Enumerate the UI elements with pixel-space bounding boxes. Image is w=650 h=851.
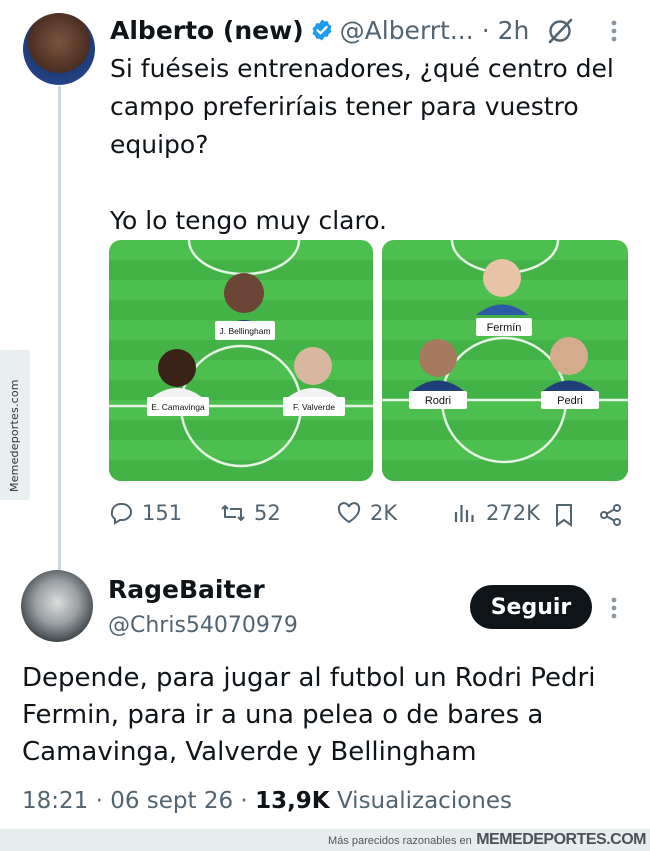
retweet-icon [221,505,245,521]
retweet-button[interactable]: 52 [220,500,281,526]
tweet-text: Si fuéseis entrenadores, ¿qué centro del… [110,54,614,235]
reply-author-avatar[interactable] [21,570,93,642]
tweet-actions: 151 52 2K 272K [108,500,628,532]
tweet-time[interactable]: · 2h [482,16,530,45]
side-watermark-text: Memedeportes.com [8,379,21,492]
thread-line [58,86,61,572]
follow-button[interactable]: Seguir [470,585,592,629]
player-label: E. Camavinga [151,402,205,412]
retweet-count: 52 [254,501,281,525]
tweet-header: Alberto (new) @Alberrt... · 2h [110,14,529,46]
more-icon[interactable] [604,593,624,623]
reply-icon [110,503,132,525]
grok-icon[interactable] [545,16,575,46]
reply-author-name[interactable]: RageBaiter [108,575,265,604]
like-icon [337,502,361,524]
player-label: Rodri [425,395,451,407]
more-icon[interactable] [604,16,624,46]
share-icon[interactable] [598,502,624,528]
reply-button[interactable]: 151 [108,500,182,526]
player-label: Pedri [557,395,583,407]
views-count: 272K [486,501,540,525]
lineup-image-left[interactable]: J. Bellingham E. Camavinga F. Valverde [109,240,373,481]
player-label: F. Valverde [293,402,335,412]
like-count: 2K [370,501,398,525]
reply-views-count: 13,9K [255,788,330,814]
author-handle[interactable]: @Alberrt... [340,16,474,45]
reply-meta: 18:21 · 06 sept 26 · 13,9K Visualizacion… [22,788,512,814]
footer-watermark-text: Más parecidos razonables en [328,835,472,847]
author-avatar[interactable] [23,13,95,85]
reply-text: Depende, para jugar al futbol un Rodri P… [22,663,596,767]
player-label: Fermín [487,322,522,334]
reply-author-handle[interactable]: @Chris54070979 [108,613,298,638]
reply-timestamp[interactable]: 18:21 · 06 sept 26 · [22,788,248,814]
footer-watermark: Más parecidos razonables en MEMEDEPORTES… [0,829,650,851]
reply-views-label: Visualizaciones [336,788,512,814]
footer-watermark-brand: MEMEDEPORTES.COM [476,831,646,848]
player-label: J. Bellingham [219,326,270,336]
author-name[interactable]: Alberto (new) [110,16,304,45]
side-watermark: Memedeportes.com [0,350,30,500]
reply-count: 151 [142,501,183,525]
like-button[interactable]: 2K [336,500,397,526]
verified-icon [312,19,332,41]
bookmark-icon[interactable] [551,502,577,528]
lineup-image-right[interactable]: Fermín Rodri Pedri [382,240,628,481]
views-icon [454,505,474,522]
views-button[interactable]: 272K [452,500,540,526]
